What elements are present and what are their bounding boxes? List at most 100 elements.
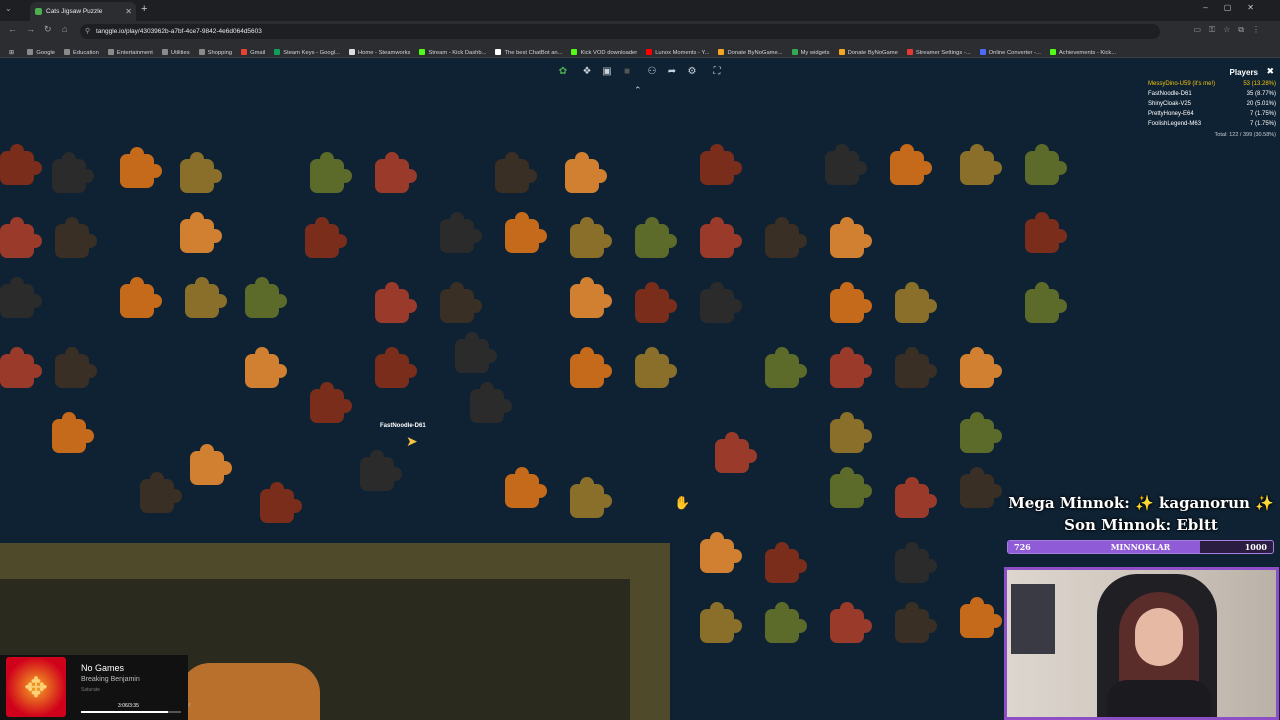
- puzzle-piece[interactable]: [960, 347, 1002, 388]
- puzzle-piece[interactable]: [260, 482, 302, 523]
- puzzle-piece[interactable]: [830, 217, 872, 258]
- puzzle-piece[interactable]: [245, 347, 287, 388]
- puzzle-piece[interactable]: [960, 144, 1002, 185]
- puzzle-piece[interactable]: [700, 217, 742, 258]
- puzzle-piece[interactable]: [715, 432, 757, 473]
- expand-sidebar-icon[interactable]: ‹: [188, 699, 191, 709]
- background-color-icon[interactable]: ■: [619, 64, 635, 80]
- players-icon[interactable]: ⚇: [644, 64, 660, 80]
- puzzle-piece-icon[interactable]: ❖: [579, 64, 595, 80]
- puzzle-piece[interactable]: [830, 412, 872, 453]
- browser-actions[interactable]: ▭⚿☆⧉⋮: [1193, 25, 1268, 35]
- puzzle-piece[interactable]: [180, 212, 222, 253]
- apps-icon[interactable]: ⊞: [9, 45, 14, 57]
- puzzle-piece[interactable]: [830, 347, 872, 388]
- puzzle-piece[interactable]: [565, 152, 607, 193]
- puzzle-piece[interactable]: [120, 147, 162, 188]
- puzzle-piece[interactable]: [960, 467, 1002, 508]
- puzzle-piece[interactable]: [1025, 144, 1067, 185]
- collapse-toolbar-icon[interactable]: ⌃: [634, 85, 642, 96]
- image-preview-icon[interactable]: ▣: [599, 64, 615, 80]
- puzzle-piece[interactable]: [440, 282, 482, 323]
- fullscreen-icon[interactable]: ⛶: [709, 64, 725, 80]
- bookmark-item[interactable]: Google: [27, 45, 55, 57]
- bookmark-item[interactable]: Shopping: [198, 45, 232, 57]
- puzzle-piece[interactable]: [455, 332, 497, 373]
- puzzle-piece[interactable]: [120, 277, 162, 318]
- puzzle-piece[interactable]: [830, 282, 872, 323]
- window-controls[interactable]: –▢✕: [1203, 3, 1270, 12]
- settings-icon[interactable]: ⚙: [684, 64, 700, 80]
- puzzle-piece[interactable]: [570, 217, 612, 258]
- bookmark-item[interactable]: Streamer Settings -...: [906, 45, 971, 57]
- bookmark-item[interactable]: Utilities: [161, 45, 190, 57]
- tab-active[interactable]: Cats Jigsaw Puzzle ✕: [30, 2, 136, 21]
- puzzle-piece[interactable]: [1025, 282, 1067, 323]
- share-icon[interactable]: ➦: [664, 64, 680, 80]
- puzzle-piece[interactable]: [960, 412, 1002, 453]
- puzzle-piece[interactable]: [375, 152, 417, 193]
- puzzle-piece[interactable]: [55, 347, 97, 388]
- puzzle-piece[interactable]: [185, 277, 227, 318]
- logo-icon[interactable]: ✿: [555, 64, 571, 80]
- puzzle-piece[interactable]: [765, 542, 807, 583]
- bookmark-item[interactable]: Home - Steamworks: [348, 45, 410, 57]
- puzzle-piece[interactable]: [505, 212, 547, 253]
- close-players-icon[interactable]: ✖: [1266, 66, 1274, 77]
- puzzle-piece[interactable]: [55, 217, 97, 258]
- puzzle-piece[interactable]: [765, 217, 807, 258]
- puzzle-piece[interactable]: [440, 212, 482, 253]
- bookmark-item[interactable]: Stream - Kick Dashb...: [419, 45, 486, 57]
- puzzle-piece[interactable]: [570, 277, 612, 318]
- bookmark-item[interactable]: Online Converter -...: [979, 45, 1041, 57]
- bookmark-item[interactable]: Gmail: [241, 45, 265, 57]
- puzzle-piece[interactable]: [375, 347, 417, 388]
- puzzle-piece[interactable]: [700, 602, 742, 643]
- puzzle-piece[interactable]: [140, 472, 182, 513]
- bookmark-item[interactable]: Donate ByNoGame: [838, 45, 898, 57]
- puzzle-piece[interactable]: [700, 532, 742, 573]
- puzzle-piece[interactable]: [495, 152, 537, 193]
- puzzle-piece[interactable]: [190, 444, 232, 485]
- puzzle-piece[interactable]: [0, 217, 42, 258]
- puzzle-piece[interactable]: [895, 602, 937, 643]
- puzzle-piece[interactable]: [52, 152, 94, 193]
- forward-icon[interactable]: →: [26, 24, 35, 34]
- puzzle-piece[interactable]: [825, 144, 867, 185]
- puzzle-piece[interactable]: [635, 282, 677, 323]
- puzzle-piece[interactable]: [700, 282, 742, 323]
- puzzle-page[interactable]: ✿ ❖ ▣ ■ ⚇ ➦ ⚙ ⛶ ⌃ FastNoodle-D61 ➤ ✋ Pla…: [0, 59, 1280, 720]
- puzzle-piece[interactable]: [895, 477, 937, 518]
- puzzle-piece[interactable]: [830, 602, 872, 643]
- home-icon[interactable]: ⌂: [62, 24, 67, 34]
- puzzle-piece[interactable]: [895, 347, 937, 388]
- puzzle-piece[interactable]: [0, 347, 42, 388]
- bookmark-item[interactable]: Achievements - Kick...: [1049, 45, 1116, 57]
- new-tab-icon[interactable]: +: [141, 3, 147, 15]
- puzzle-piece[interactable]: [470, 382, 512, 423]
- bookmark-item[interactable]: The best ChatBot an...: [495, 45, 562, 57]
- bookmark-item[interactable]: Steam Keys - Googl...: [274, 45, 340, 57]
- puzzle-piece[interactable]: [310, 382, 352, 423]
- puzzle-piece[interactable]: [765, 347, 807, 388]
- puzzle-piece[interactable]: [895, 542, 937, 583]
- bookmark-item[interactable]: Lunox Moments - Y...: [646, 45, 709, 57]
- puzzle-piece[interactable]: [700, 144, 742, 185]
- site-info-icon[interactable]: ⚲: [85, 24, 90, 39]
- puzzle-piece[interactable]: [310, 152, 352, 193]
- puzzle-piece[interactable]: [0, 277, 42, 318]
- tab-search-icon[interactable]: ⌄: [5, 4, 12, 13]
- puzzle-piece[interactable]: [765, 602, 807, 643]
- bookmark-item[interactable]: Entertainment: [107, 45, 153, 57]
- puzzle-piece[interactable]: [0, 144, 42, 185]
- bookmark-item[interactable]: Donate ByNoGame...: [718, 45, 783, 57]
- puzzle-piece[interactable]: [245, 277, 287, 318]
- tab-close-icon[interactable]: ✕: [125, 2, 132, 21]
- bookmark-item[interactable]: Education: [64, 45, 99, 57]
- puzzle-piece[interactable]: [505, 467, 547, 508]
- back-icon[interactable]: ←: [8, 24, 17, 34]
- puzzle-piece[interactable]: [895, 282, 937, 323]
- puzzle-piece[interactable]: [570, 347, 612, 388]
- puzzle-piece[interactable]: [305, 217, 347, 258]
- bookmark-item[interactable]: Kick VOD downloader: [571, 45, 637, 57]
